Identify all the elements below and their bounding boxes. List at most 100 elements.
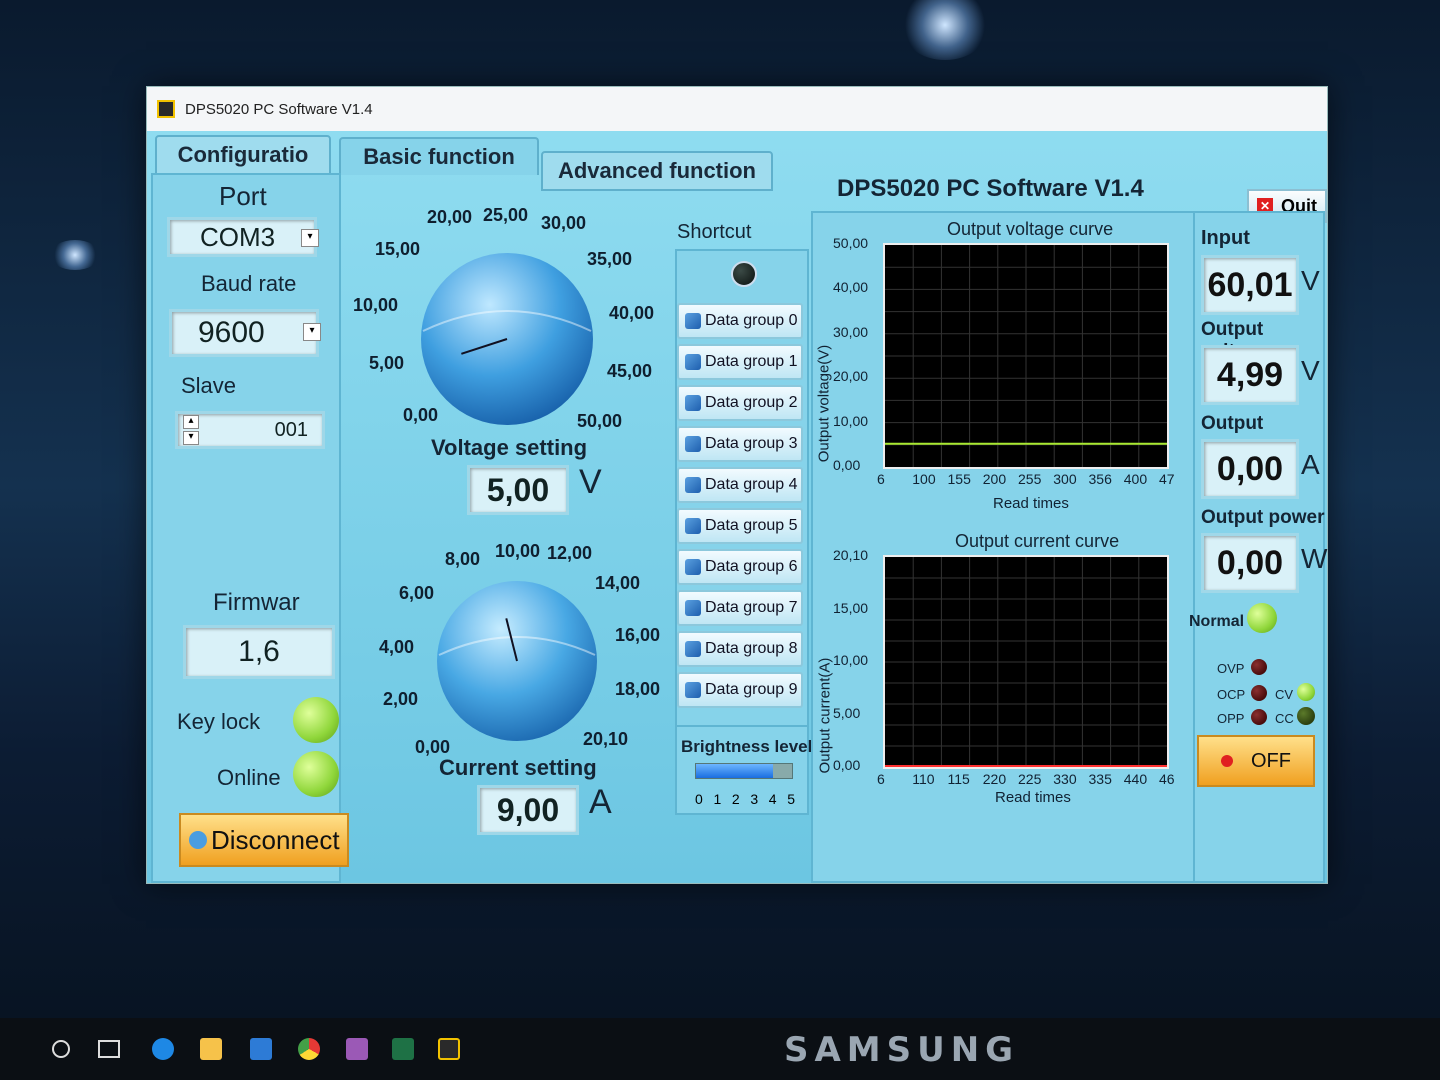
disconnect-button[interactable]: Disconnect	[179, 813, 349, 867]
data-group-button[interactable]: Data group 5	[677, 508, 803, 544]
data-group-button[interactable]: Data group 4	[677, 467, 803, 503]
x-tick-label: 255	[1018, 471, 1042, 487]
data-group-icon	[685, 436, 701, 452]
ocp-indicator	[1251, 685, 1267, 701]
disconnect-label: Disconnect	[211, 824, 340, 855]
current-setting-label: Current setting	[439, 755, 597, 780]
port-value: COM3	[200, 221, 276, 252]
app-icon	[157, 100, 175, 118]
stepper-down-icon[interactable]: ▾	[183, 431, 199, 445]
port-label: Port	[219, 181, 267, 211]
x-tick-label: 220	[982, 771, 1007, 787]
data-group-button[interactable]: Data group 8	[677, 631, 803, 667]
data-group-icon	[685, 682, 701, 698]
data-group-button[interactable]: Data group 6	[677, 549, 803, 585]
voltage-setting-input[interactable]: 5,00	[467, 465, 569, 515]
current-setting-input[interactable]: 9,00	[477, 785, 579, 835]
ovp-label: OVP	[1217, 661, 1245, 676]
data-group-button[interactable]: Data group 2	[677, 385, 803, 421]
current-tick: 6,00	[399, 583, 435, 603]
y-tick-label: 15,00	[833, 599, 869, 616]
cc-indicator	[1297, 707, 1315, 725]
chrome-icon[interactable]	[298, 1038, 320, 1060]
port-select[interactable]: COM3	[167, 217, 317, 257]
data-group-button[interactable]: Data group 3	[677, 426, 803, 462]
data-group-button[interactable]: Data group 1	[677, 344, 803, 380]
disconnect-icon	[189, 831, 207, 849]
data-group-button[interactable]: Data group 9	[677, 672, 803, 708]
data-group-label: Data group 6	[705, 558, 798, 575]
brightness-label: Brightness level	[681, 737, 813, 756]
y-tick-label: 5,00	[833, 704, 861, 721]
y-tick-label: 50,00	[833, 235, 869, 251]
y-tick-label: 40,00	[833, 279, 869, 296]
x-tick-label: 47	[1159, 471, 1175, 487]
title-bar[interactable]: DPS5020 PC Software V1.4	[147, 87, 1327, 131]
mail-icon[interactable]	[250, 1038, 272, 1060]
voltage-knob[interactable]	[419, 251, 595, 427]
brightness-tick: 2	[731, 791, 740, 807]
ocp-label: OCP	[1217, 687, 1246, 702]
baud-select[interactable]: 9600	[169, 309, 319, 357]
current-knob[interactable]	[435, 579, 599, 743]
data-group-icon	[685, 518, 701, 534]
x-tick-label: 300	[1053, 471, 1077, 487]
current-tick: 2,00	[383, 689, 419, 709]
data-group-label: Data group 1	[705, 353, 798, 370]
dps-app-icon[interactable]	[438, 1038, 460, 1060]
x-tick-label: 400	[1123, 471, 1148, 487]
current-tick: 4,00	[379, 637, 415, 657]
chevron-down-icon[interactable]: ▾	[301, 229, 319, 247]
cc-label: CC	[1275, 711, 1294, 726]
voltage-chart-title: Output voltage curve	[947, 219, 1114, 239]
app-window: DPS5020 PC Software V1.4 Configuratio Ba…	[146, 86, 1328, 884]
output-voltage-readout: 4,99	[1201, 345, 1299, 405]
x-tick-label: 6	[877, 471, 885, 487]
main-content: Configuratio Basic function Advanced fun…	[147, 131, 1327, 883]
voltage-setting-label: Voltage setting	[431, 435, 588, 460]
brightness-tick: 1	[713, 791, 722, 807]
output-toggle-button[interactable]: OFF	[1197, 735, 1315, 787]
voltage-tick: 15,00	[375, 239, 421, 259]
voltage-chart	[883, 243, 1169, 469]
excel-icon[interactable]	[392, 1038, 414, 1060]
brightness-slider[interactable]	[695, 763, 793, 779]
current-chart-title: Output current curve	[955, 531, 1120, 551]
keylock-label: Key lock	[177, 709, 261, 734]
chevron-down-icon[interactable]: ▾	[303, 323, 321, 341]
baud-label: Baud rate	[201, 271, 297, 296]
input-label: Input	[1201, 227, 1250, 249]
tab-configuration[interactable]: Configuratio	[155, 135, 331, 175]
y-tick-label: 20,10	[833, 547, 869, 563]
voltage-unit: V	[579, 463, 602, 501]
data-group-button[interactable]: Data group 7	[677, 590, 803, 626]
data-group-button[interactable]: Data group 0	[677, 303, 803, 339]
monitor-brand: SAMSUNG	[784, 1030, 1020, 1070]
data-group-label: Data group 2	[705, 394, 798, 411]
output-power-label: Output power	[1201, 507, 1325, 528]
x-tick-label: 100	[912, 471, 936, 487]
edge-icon[interactable]	[152, 1038, 174, 1060]
output-power-unit: W	[1301, 543, 1328, 574]
data-group-icon	[685, 559, 701, 575]
firmware-label: Firmwar	[213, 589, 300, 616]
tab-basic-function[interactable]: Basic function	[339, 137, 539, 175]
data-group-icon	[685, 354, 701, 370]
file-explorer-icon[interactable]	[200, 1038, 222, 1060]
current-tick: 10,00	[495, 541, 541, 561]
off-label: OFF	[1251, 749, 1291, 772]
task-view-icon[interactable]	[98, 1040, 120, 1058]
stepper-up-icon[interactable]: ▴	[183, 415, 199, 429]
opp-label: OPP	[1217, 711, 1245, 726]
keylock-indicator	[293, 697, 339, 743]
data-group-label: Data group 7	[705, 599, 798, 616]
data-group-icon	[685, 313, 701, 329]
search-icon[interactable]	[52, 1040, 70, 1058]
x-tick-label: 225	[1018, 771, 1042, 787]
archive-icon[interactable]	[346, 1038, 368, 1060]
ovp-indicator	[1251, 659, 1267, 675]
current-tick: 18,00	[615, 679, 661, 699]
normal-indicator	[1247, 603, 1277, 633]
current-unit: A	[589, 783, 612, 821]
x-tick-label: 200	[982, 471, 1007, 487]
